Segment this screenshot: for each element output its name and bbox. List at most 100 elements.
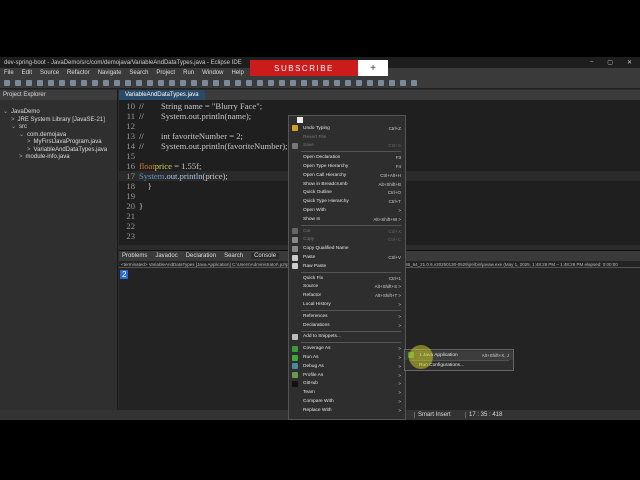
menu-item-copy-qualified-name[interactable]: Copy Qualified Name [289, 244, 405, 253]
toolbar-button-icon[interactable] [345, 79, 351, 86]
toolbar-button-icon[interactable] [290, 79, 296, 86]
toolbar-button-icon[interactable] [180, 79, 186, 86]
menu-item-raw-paste[interactable]: Raw Paste [289, 262, 405, 271]
expand-arrow-icon[interactable]: > [11, 117, 15, 123]
menu-item-run-as[interactable]: Run As > [289, 353, 405, 362]
menu-item-open-with[interactable]: Open With > [289, 206, 405, 215]
menu-item-replace-with[interactable]: Replace With > [289, 406, 405, 415]
menu-item-show-in[interactable]: Show In Alt+Shift+W > [289, 215, 405, 224]
toolbar-button-icon[interactable] [323, 79, 329, 86]
menu-item-quick-outline[interactable]: Quick Outline Ctrl+O [289, 189, 405, 198]
menu-navigate[interactable]: Navigate [98, 70, 122, 76]
tree-item[interactable]: ⌄ src [0, 124, 117, 132]
tab-problems[interactable]: Problems [122, 253, 147, 259]
expand-arrow-icon[interactable]: ⌄ [3, 109, 8, 115]
toolbar-button-icon[interactable] [92, 79, 98, 86]
menu-item-debug-as[interactable]: Debug As > [289, 362, 405, 371]
subscribe-button[interactable]: SUBSCRIBE [250, 60, 358, 76]
expand-arrow-icon[interactable]: > [27, 147, 31, 153]
menu-item-open-declaration[interactable]: Open Declaration F3 [289, 153, 405, 162]
toolbar-button-icon[interactable] [301, 79, 307, 86]
menu-edit[interactable]: Edit [22, 70, 32, 76]
menu-project[interactable]: Project [156, 70, 175, 76]
toolbar-button-icon[interactable] [70, 79, 76, 86]
toolbar-button-icon[interactable] [202, 79, 208, 86]
menu-item-paste[interactable]: Paste Ctrl+V [289, 253, 405, 262]
menu-item-add-to-snippets[interactable]: Add to Snippets... [289, 333, 405, 342]
toolbar-button-icon[interactable] [378, 79, 384, 86]
toolbar-button-icon[interactable] [389, 79, 395, 86]
close-button[interactable]: ✕ [627, 59, 632, 66]
tree-item[interactable]: ⌄ com.demojava [0, 132, 117, 140]
tree-item[interactable]: > module-info.java [0, 154, 117, 162]
toolbar-button-icon[interactable] [26, 79, 32, 86]
menu-item-refactor[interactable]: Refactor Alt+Shift+T > [289, 291, 405, 300]
subscribe-banner[interactable]: SUBSCRIBE + [250, 60, 388, 76]
toolbar-button-icon[interactable] [367, 79, 373, 86]
menu-item-local-history[interactable]: Local History > [289, 300, 405, 309]
menu-refactor[interactable]: Refactor [67, 70, 90, 76]
toolbar-button-icon[interactable] [257, 79, 263, 86]
menu-item-quick-type-hierarchy[interactable]: Quick Type Hierarchy Ctrl+T [289, 197, 405, 206]
toolbar-button-icon[interactable] [334, 79, 340, 86]
menu-item-compare-with[interactable]: Compare With > [289, 397, 405, 406]
toolbar-button-icon[interactable] [125, 79, 131, 86]
toolbar-button-icon[interactable] [213, 79, 219, 86]
toolbar-button-icon[interactable] [268, 79, 274, 86]
menu-scroll-up-icon[interactable] [297, 117, 303, 123]
menu-item-quick-fix[interactable]: Quick Fix Ctrl+1 [289, 274, 405, 283]
tab-search[interactable]: Search [224, 253, 243, 259]
menu-item-team[interactable]: Team > [289, 388, 405, 397]
tab-javadoc[interactable]: Javadoc [155, 253, 177, 259]
expand-arrow-icon[interactable]: ⌄ [19, 132, 24, 138]
menu-source[interactable]: Source [40, 70, 59, 76]
tree-item[interactable]: > VariableAndDataTypes.java [0, 147, 117, 155]
menu-item-revert-file[interactable]: Revert File [289, 133, 405, 142]
toolbar-button-icon[interactable] [136, 79, 142, 86]
menu-item-open-type-hierarchy[interactable]: Open Type Hierarchy F4 [289, 162, 405, 171]
menu-item-cut[interactable]: Cut Ctrl+X [289, 227, 405, 236]
toolbar-button-icon[interactable] [4, 79, 10, 86]
tree-item[interactable]: ⌄ JavaDemo [0, 109, 117, 117]
toolbar-button-icon[interactable] [235, 79, 241, 86]
menu-item-source[interactable]: Source Alt+Shift+S > [289, 283, 405, 292]
menu-file[interactable]: File [4, 70, 14, 76]
toolbar-button-icon[interactable] [103, 79, 109, 86]
toolbar-button-icon[interactable] [114, 79, 120, 86]
tab-console[interactable]: Console [251, 253, 280, 259]
menu-item-coverage-as[interactable]: Coverage As > [289, 344, 405, 353]
menu-item-declarations[interactable]: Declarations > [289, 321, 405, 330]
toolbar-button-icon[interactable] [59, 79, 65, 86]
toolbar-button-icon[interactable] [356, 79, 362, 86]
tree-item[interactable]: > JRE System Library [JavaSE-21] [0, 117, 117, 125]
menu-item-show-in-breadcrumb[interactable]: Show in Breadcrumb Alt+Shift+B [289, 180, 405, 189]
menu-item-undo-typing[interactable]: Undo Typing Ctrl+Z [289, 124, 405, 133]
menu-item-profile-as[interactable]: Profile As > [289, 371, 405, 380]
menu-run[interactable]: Run [183, 70, 194, 76]
minimize-button[interactable]: – [590, 59, 593, 66]
toolbar-button-icon[interactable] [48, 79, 54, 86]
toolbar-button-icon[interactable] [158, 79, 164, 86]
menu-item-open-call-hierarchy[interactable]: Open Call Hierarchy Ctrl+Alt+H [289, 171, 405, 180]
toolbar-button-icon[interactable] [246, 79, 252, 86]
menu-item-copy[interactable]: Copy Ctrl+C [289, 236, 405, 245]
toolbar-button-icon[interactable] [224, 79, 230, 86]
toolbar-button-icon[interactable] [81, 79, 87, 86]
toolbar-button-icon[interactable] [411, 79, 417, 86]
toolbar-button-icon[interactable] [37, 79, 43, 86]
toolbar-button-icon[interactable] [400, 79, 406, 86]
project-explorer-tab[interactable]: Project Explorer [3, 92, 46, 98]
expand-arrow-icon[interactable]: ⌄ [11, 124, 16, 130]
expand-arrow-icon[interactable]: > [19, 154, 23, 160]
expand-arrow-icon[interactable]: > [27, 139, 31, 145]
toolbar-button-icon[interactable] [312, 79, 318, 86]
tree-item[interactable]: > MyFirstJavaProgram.java [0, 139, 117, 147]
menu-help[interactable]: Help [231, 70, 243, 76]
menu-item-save[interactable]: Save Ctrl+S [289, 142, 405, 151]
menu-search[interactable]: Search [129, 70, 148, 76]
toolbar-button-icon[interactable] [279, 79, 285, 86]
maximize-button[interactable]: ▢ [607, 59, 613, 66]
tab-declaration[interactable]: Declaration [186, 253, 216, 259]
editor-tab[interactable]: VariableAndDataTypes.java [119, 90, 205, 100]
plus-icon[interactable]: + [358, 60, 388, 76]
